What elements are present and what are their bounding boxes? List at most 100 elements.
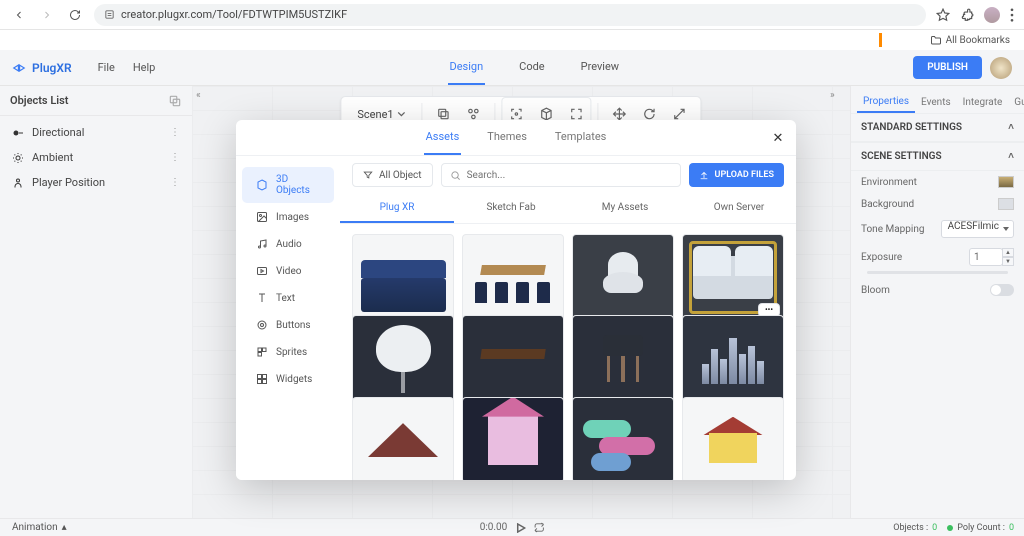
reload-icon[interactable] bbox=[66, 6, 84, 24]
tab-design[interactable]: Design bbox=[448, 50, 486, 85]
menu-dots-icon[interactable] bbox=[1010, 8, 1014, 22]
kebab-icon[interactable]: ⋮ bbox=[170, 152, 180, 163]
sidebar-item-label: Sprites bbox=[276, 347, 307, 358]
objects-list-panel: Objects List Directional ⋮ Ambient ⋮ bbox=[0, 86, 192, 518]
rp-tab-guide[interactable]: Guide bbox=[1008, 93, 1024, 112]
tab-preview[interactable]: Preview bbox=[579, 50, 621, 85]
sidebar-item-widgets[interactable]: Widgets bbox=[242, 366, 334, 392]
source-tab-own-server[interactable]: Own Server bbox=[682, 194, 796, 223]
collapse-right-icon[interactable]: » bbox=[830, 90, 846, 106]
status-dot-icon bbox=[947, 525, 953, 531]
modal-tab-assets[interactable]: Assets bbox=[424, 120, 462, 155]
asset-card[interactable] bbox=[352, 315, 454, 402]
exposure-slider[interactable] bbox=[867, 271, 1008, 274]
upload-icon bbox=[699, 170, 709, 180]
animation-panel-toggle[interactable]: Animation ▴ bbox=[12, 522, 67, 533]
menubar: File Help bbox=[98, 61, 156, 74]
play-icon[interactable] bbox=[515, 523, 525, 533]
source-tab-sketchfab[interactable]: Sketch Fab bbox=[454, 194, 568, 223]
text-icon bbox=[256, 292, 268, 304]
forward-icon[interactable] bbox=[38, 6, 56, 24]
standard-settings-header[interactable]: STANDARD SETTINGS ˄ bbox=[851, 113, 1024, 142]
filter-chip[interactable]: All Object bbox=[352, 163, 433, 187]
asset-card[interactable] bbox=[462, 234, 564, 321]
rp-tab-events[interactable]: Events bbox=[915, 93, 957, 112]
search-field[interactable] bbox=[441, 163, 681, 187]
publish-button[interactable]: PUBLISH bbox=[913, 56, 982, 79]
rp-tab-integrate[interactable]: Integrate bbox=[957, 93, 1009, 112]
asset-card[interactable] bbox=[682, 397, 784, 480]
asset-card[interactable] bbox=[352, 397, 454, 480]
scene-settings-header[interactable]: SCENE SETTINGS ˄ bbox=[851, 142, 1024, 171]
asset-card[interactable] bbox=[682, 315, 784, 402]
user-avatar-icon[interactable] bbox=[990, 57, 1012, 79]
player-position-icon bbox=[12, 177, 24, 189]
menu-file[interactable]: File bbox=[98, 61, 115, 74]
tone-mapping-select[interactable]: ACESFilmic bbox=[941, 220, 1014, 238]
sidebar-item-video[interactable]: Video bbox=[242, 258, 334, 284]
video-icon bbox=[256, 265, 268, 277]
tab-code[interactable]: Code bbox=[517, 50, 546, 85]
exposure-input[interactable]: 1 bbox=[969, 248, 1003, 266]
object-label: Directional bbox=[32, 126, 84, 139]
exposure-stepper[interactable]: ▲▼ bbox=[1002, 248, 1014, 266]
copy-icon[interactable] bbox=[168, 94, 182, 108]
asset-card[interactable] bbox=[352, 234, 454, 321]
sidebar-item-audio[interactable]: Audio bbox=[242, 231, 334, 257]
image-icon bbox=[256, 211, 268, 223]
polycount-value: 0 bbox=[1009, 523, 1014, 533]
upload-label: UPLOAD FILES bbox=[715, 170, 774, 180]
sidebar-item-3d-objects[interactable]: 3D Objects bbox=[242, 167, 334, 203]
modal-tab-themes[interactable]: Themes bbox=[485, 120, 529, 155]
rp-tab-properties[interactable]: Properties bbox=[857, 92, 915, 113]
objects-list-title: Objects List bbox=[10, 94, 68, 107]
object-row-directional[interactable]: Directional ⋮ bbox=[0, 120, 192, 145]
timeline-time: 0:0.00 bbox=[480, 522, 508, 533]
upload-files-button[interactable]: UPLOAD FILES bbox=[689, 163, 784, 187]
brand-logo[interactable]: PlugXR bbox=[12, 61, 72, 75]
star-icon[interactable] bbox=[936, 8, 950, 22]
bloom-toggle[interactable] bbox=[990, 284, 1014, 296]
url-bar[interactable]: creator.plugxr.com/Tool/FDTWTPIM5USTZIKF bbox=[94, 4, 926, 26]
asset-card[interactable] bbox=[572, 234, 674, 321]
status-bar: Animation ▴ 0:0.00 Objects : 0 Poly Coun… bbox=[0, 518, 1024, 536]
asset-card[interactable] bbox=[462, 315, 564, 402]
kebab-icon[interactable]: ⋮ bbox=[170, 177, 180, 188]
asset-type-sidebar: 3D Objects Images Audio Video Text Butto… bbox=[236, 156, 340, 480]
environment-swatch[interactable] bbox=[998, 176, 1014, 188]
collapse-left-icon[interactable]: « bbox=[196, 90, 212, 106]
background-swatch[interactable] bbox=[998, 198, 1014, 210]
menu-help[interactable]: Help bbox=[133, 61, 156, 74]
back-icon[interactable] bbox=[10, 6, 28, 24]
all-bookmarks-link[interactable]: All Bookmarks bbox=[946, 35, 1010, 46]
sidebar-item-images[interactable]: Images bbox=[242, 204, 334, 230]
button-icon bbox=[256, 319, 268, 331]
bookmarks-bar: All Bookmarks bbox=[0, 30, 1024, 50]
extensions-icon[interactable] bbox=[960, 8, 974, 22]
asset-more-icon[interactable]: ••• bbox=[759, 304, 779, 316]
object-row-ambient[interactable]: Ambient ⋮ bbox=[0, 145, 192, 170]
source-tab-my-assets[interactable]: My Assets bbox=[568, 194, 682, 223]
sidebar-item-label: Widgets bbox=[276, 374, 312, 385]
close-icon[interactable]: ✕ bbox=[770, 130, 786, 146]
object-row-player-position[interactable]: Player Position ⋮ bbox=[0, 170, 192, 195]
sidebar-item-text[interactable]: Text bbox=[242, 285, 334, 311]
animation-label: Animation bbox=[12, 522, 58, 533]
sidebar-item-label: Buttons bbox=[276, 320, 311, 331]
source-tab-plugxr[interactable]: Plug XR bbox=[340, 194, 454, 223]
asset-card[interactable]: ••• bbox=[682, 234, 784, 321]
chevron-up-icon: ▴ bbox=[62, 522, 67, 533]
profile-avatar-icon[interactable] bbox=[984, 7, 1000, 23]
loop-icon[interactable] bbox=[533, 522, 544, 533]
sidebar-item-buttons[interactable]: Buttons bbox=[242, 312, 334, 338]
asset-card[interactable] bbox=[572, 397, 674, 480]
asset-card[interactable] bbox=[572, 315, 674, 402]
kebab-icon[interactable]: ⋮ bbox=[170, 127, 180, 138]
cube-icon bbox=[256, 179, 268, 191]
search-input[interactable] bbox=[467, 170, 672, 181]
modal-tab-templates[interactable]: Templates bbox=[553, 120, 608, 155]
asset-card[interactable] bbox=[462, 397, 564, 480]
view-tabs: Design Code Preview bbox=[155, 50, 913, 85]
objects-label: Objects : bbox=[893, 523, 928, 533]
sidebar-item-sprites[interactable]: Sprites bbox=[242, 339, 334, 365]
